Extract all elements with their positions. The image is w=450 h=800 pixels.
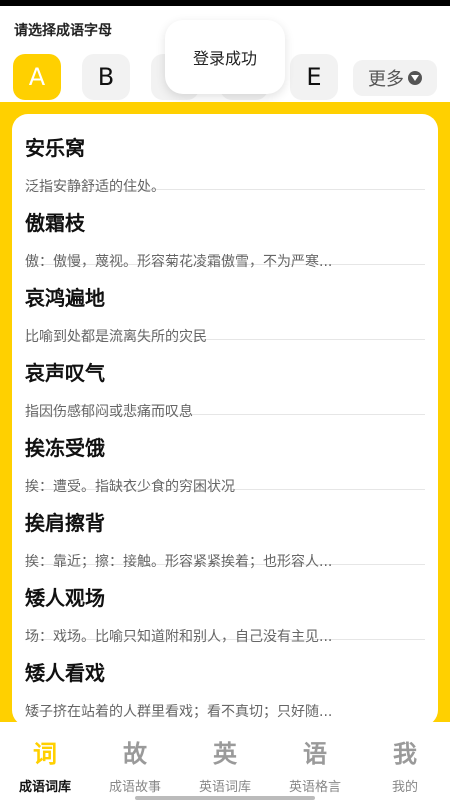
idiom-title: 哀鸿遍地 — [25, 286, 105, 310]
more-label: 更多 — [368, 69, 404, 90]
idiom-item[interactable]: 哀鸿遍地 比喻到处都是流离失所的灾民 — [25, 264, 425, 345]
more-letters-button[interactable]: 更多 — [353, 60, 437, 96]
tab-english-quotes[interactable]: 语 英语格言 — [270, 726, 360, 800]
letter-button-b[interactable]: B — [82, 54, 130, 100]
idiom-title: 挨肩擦背 — [25, 511, 105, 535]
idiom-dictionary-icon: 词 — [33, 739, 57, 768]
tab-label: 英语词库 — [198, 780, 251, 795]
idiom-item[interactable]: 傲霜枝 傲：傲慢，蔑视。形容菊花凌霜傲雪，不为严寒... — [25, 189, 425, 270]
idiom-title: 挨冻受饿 — [25, 436, 105, 460]
letter-button-a[interactable]: A — [13, 54, 61, 100]
idiom-title: 矮人看戏 — [25, 661, 105, 685]
toast-text: 登录成功 — [192, 49, 257, 68]
idiom-item[interactable]: 安乐窝 泛指安静舒适的住处。 — [25, 114, 425, 195]
idiom-item[interactable]: 挨冻受饿 挨：遭受。指缺衣少食的穷困状况 — [25, 414, 425, 495]
tab-label: 成语故事 — [108, 780, 161, 795]
chevron-down-icon — [408, 71, 422, 85]
login-success-toast: 登录成功 — [165, 20, 285, 94]
profile-icon: 我 — [393, 739, 417, 768]
tab-idiom-dictionary[interactable]: 词 成语词库 — [0, 726, 90, 800]
english-quotes-icon: 语 — [303, 739, 327, 768]
tab-idiom-stories[interactable]: 故 成语故事 — [90, 726, 180, 800]
idiom-description: 矮子挤在站着的人群里看戏；看不真切；只好随... — [25, 704, 333, 720]
idiom-title: 安乐窝 — [25, 136, 85, 160]
idiom-item[interactable]: 哀声叹气 指因伤感郁闷或悲痛而叹息 — [25, 339, 425, 420]
tab-english-dictionary[interactable]: 英 英语词库 — [180, 726, 270, 800]
idiom-item[interactable]: 矮人看戏 矮子挤在站着的人群里看戏；看不真切；只好随... — [25, 639, 425, 720]
tab-label: 成语词库 — [18, 780, 71, 795]
idiom-item[interactable]: 挨肩擦背 挨：靠近；擦：接触。形容紧紧挨着；也形容人... — [25, 489, 425, 570]
idiom-list: 安乐窝 泛指安静舒适的住处。 傲霜枝 傲：傲慢，蔑视。形容菊花凌霜傲雪，不为严寒… — [12, 114, 438, 726]
tab-label: 我的 — [391, 780, 418, 795]
idiom-title: 哀声叹气 — [25, 361, 105, 385]
idiom-stories-icon: 故 — [123, 739, 147, 768]
home-indicator — [135, 796, 315, 800]
tab-label: 英语格言 — [288, 780, 341, 795]
tab-mine[interactable]: 我 我的 — [360, 726, 450, 800]
english-dictionary-icon: 英 — [213, 739, 237, 768]
idiom-title: 傲霜枝 — [25, 211, 85, 235]
idiom-item[interactable]: 矮人观场 场：戏场。比喻只知道附和别人，自己没有主见... — [25, 564, 425, 645]
page-title: 请选择成语字母 — [14, 23, 112, 39]
idiom-title: 矮人观场 — [25, 586, 105, 610]
bottom-tab-bar: 词 成语词库 故 成语故事 英 英语词库 语 英语格言 我 我的 — [0, 726, 450, 800]
letter-button-e[interactable]: E — [290, 54, 338, 100]
status-bar — [0, 0, 450, 6]
